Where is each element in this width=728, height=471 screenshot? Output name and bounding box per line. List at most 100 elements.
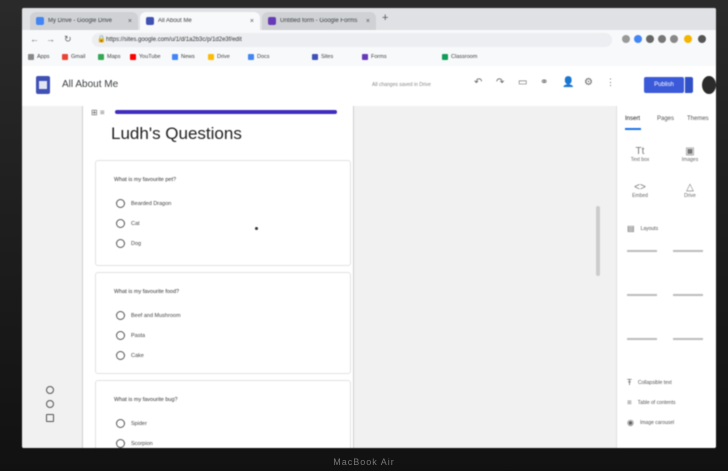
sites-favicon-icon bbox=[146, 17, 154, 25]
layout-option[interactable] bbox=[627, 244, 707, 258]
bookmark-item[interactable]: YouTube bbox=[130, 54, 161, 60]
extension-icon[interactable] bbox=[658, 35, 666, 43]
site-title[interactable]: All About Me bbox=[62, 79, 118, 90]
option-label: Cake bbox=[131, 352, 144, 359]
extension-icon[interactable] bbox=[634, 35, 642, 43]
close-icon[interactable]: × bbox=[250, 18, 254, 25]
insert-table-of-contents[interactable]: ≡ Table of contents bbox=[627, 398, 675, 407]
drive-icon bbox=[208, 54, 214, 60]
tab-insert[interactable]: Insert bbox=[625, 116, 640, 122]
question-card: What is my favourite bug? Spider Scorpio… bbox=[95, 380, 351, 448]
bookmark-label: Apps bbox=[37, 54, 50, 60]
embed-icon: <> bbox=[634, 182, 646, 193]
tab-title: Untitled form - Google Forms bbox=[280, 18, 358, 24]
bookmark-item[interactable]: Classroom bbox=[442, 54, 477, 60]
forward-icon[interactable]: → bbox=[46, 34, 55, 44]
more-icon[interactable]: ⋮ bbox=[606, 77, 615, 88]
insert-embed-button[interactable]: <> Embed bbox=[623, 182, 657, 199]
option-label: Spider bbox=[131, 420, 147, 427]
link-icon[interactable]: ⚭ bbox=[540, 77, 548, 88]
close-icon[interactable]: × bbox=[128, 18, 132, 25]
bookmark-item[interactable]: Sites bbox=[312, 54, 333, 60]
layout-line bbox=[627, 338, 657, 340]
redo-icon[interactable]: ↷ bbox=[496, 77, 504, 88]
bookmark-item[interactable]: Apps bbox=[28, 54, 50, 60]
tab-title: My Drive - Google Drive bbox=[48, 18, 113, 24]
bookmark-item[interactable]: Drive bbox=[208, 54, 230, 60]
bookmark-item[interactable]: News bbox=[172, 54, 195, 60]
embedded-form-section[interactable]: ⊞ ≡ Ludh's Questions What is my favourit… bbox=[82, 106, 354, 448]
reload-icon[interactable]: ↻ bbox=[64, 34, 72, 45]
option-radio[interactable]: Dog bbox=[116, 239, 141, 248]
panel-item-label: Collapsible text bbox=[637, 379, 672, 386]
back-icon[interactable]: ← bbox=[30, 34, 39, 44]
layout-line bbox=[627, 294, 657, 296]
tab-pages[interactable]: Pages bbox=[657, 116, 674, 122]
side-panel: Insert Pages Themes Tt Text box ▣ Images <… bbox=[616, 106, 716, 448]
tab-title: All About Me bbox=[158, 18, 192, 24]
bookmark-item[interactable]: Forms bbox=[362, 54, 387, 60]
insert-collapsible-text[interactable]: Ŧ Collapsible text bbox=[627, 378, 672, 387]
share-icon[interactable]: 👤 bbox=[562, 77, 574, 88]
publish-dropdown-button[interactable] bbox=[685, 77, 693, 93]
url-text: https://sites.google.com/u/1/d/1a2b3c/p/… bbox=[106, 37, 242, 43]
insert-label: Text box bbox=[630, 157, 650, 163]
extension-icon[interactable] bbox=[670, 35, 678, 43]
extension-icon[interactable] bbox=[646, 35, 654, 43]
bookmark-item[interactable]: Gmail bbox=[62, 54, 85, 60]
key-icon[interactable] bbox=[622, 35, 630, 43]
layouts-header[interactable]: ▤ Layouts bbox=[627, 224, 658, 233]
settings-icon[interactable]: ⚙ bbox=[584, 77, 593, 88]
bookmark-item[interactable]: Docs bbox=[248, 54, 270, 60]
image-icon: ▣ bbox=[685, 146, 695, 157]
close-icon[interactable]: × bbox=[366, 18, 370, 25]
option-radio[interactable]: Pasta bbox=[116, 331, 145, 340]
layout-line bbox=[627, 250, 657, 252]
option-radio[interactable]: Cat bbox=[116, 219, 140, 228]
extension-icon[interactable] bbox=[684, 35, 692, 43]
radio-icon bbox=[116, 331, 125, 340]
forms-icon bbox=[362, 54, 368, 60]
mouse-cursor bbox=[255, 227, 258, 230]
tab-themes[interactable]: Themes bbox=[687, 116, 709, 122]
option-radio[interactable]: Bearded Dragon bbox=[116, 199, 171, 208]
help-icon[interactable] bbox=[46, 400, 54, 408]
tab-all-about-me[interactable]: All About Me × bbox=[140, 12, 260, 30]
bookmark-item[interactable]: Maps bbox=[98, 54, 120, 60]
layouts-icon: ▤ bbox=[627, 224, 635, 233]
section-edit-tools[interactable]: ⊞ ≡ bbox=[91, 108, 105, 117]
question-text: What is my favourite pet? bbox=[114, 177, 177, 183]
menu-icon[interactable] bbox=[698, 35, 706, 43]
laptop-frame: My Drive - Google Drive × All About Me ×… bbox=[0, 0, 728, 471]
option-radio[interactable]: Cake bbox=[116, 351, 144, 360]
option-radio[interactable]: Beef and Mushroom bbox=[116, 311, 181, 320]
option-radio[interactable]: Scorpion bbox=[116, 439, 153, 448]
youtube-icon bbox=[130, 54, 136, 60]
avatar[interactable] bbox=[702, 76, 716, 94]
undo-icon[interactable]: ↶ bbox=[474, 77, 482, 88]
browser-tab-strip: My Drive - Google Drive × All About Me ×… bbox=[22, 8, 716, 30]
layout-line bbox=[673, 338, 703, 340]
canvas-scrollbar[interactable] bbox=[596, 206, 600, 276]
insert-label: Embed bbox=[632, 193, 648, 199]
sites-logo-icon[interactable] bbox=[36, 76, 50, 94]
publish-button[interactable]: Publish bbox=[644, 77, 684, 93]
option-radio[interactable]: Spider bbox=[116, 419, 147, 428]
tab-my-drive[interactable]: My Drive - Google Drive × bbox=[30, 12, 138, 30]
left-rail bbox=[46, 386, 54, 428]
help-icon[interactable] bbox=[46, 386, 54, 394]
question-text: What is my favourite bug? bbox=[114, 397, 178, 403]
new-tab-button[interactable]: + bbox=[382, 12, 388, 24]
address-bar[interactable]: 🔒 https://sites.google.com/u/1/d/1a2b3c/… bbox=[92, 33, 612, 47]
preview-icon[interactable]: ▭ bbox=[518, 77, 527, 88]
insert-images-button[interactable]: ▣ Images bbox=[673, 146, 707, 163]
bookmarks-bar: Apps Gmail Maps YouTube News Drive Docs … bbox=[22, 50, 716, 67]
layout-option[interactable] bbox=[627, 288, 707, 302]
layout-option[interactable] bbox=[627, 332, 707, 346]
tab-untitled-form[interactable]: Untitled form - Google Forms × bbox=[262, 12, 376, 30]
insert-image-carousel[interactable]: ◉ Image carousel bbox=[627, 418, 674, 427]
option-label: Cat bbox=[131, 220, 140, 227]
insert-drive-button[interactable]: △ Drive bbox=[673, 182, 707, 199]
insert-text-box-button[interactable]: Tt Text box bbox=[623, 146, 657, 163]
delete-icon[interactable] bbox=[46, 414, 54, 422]
